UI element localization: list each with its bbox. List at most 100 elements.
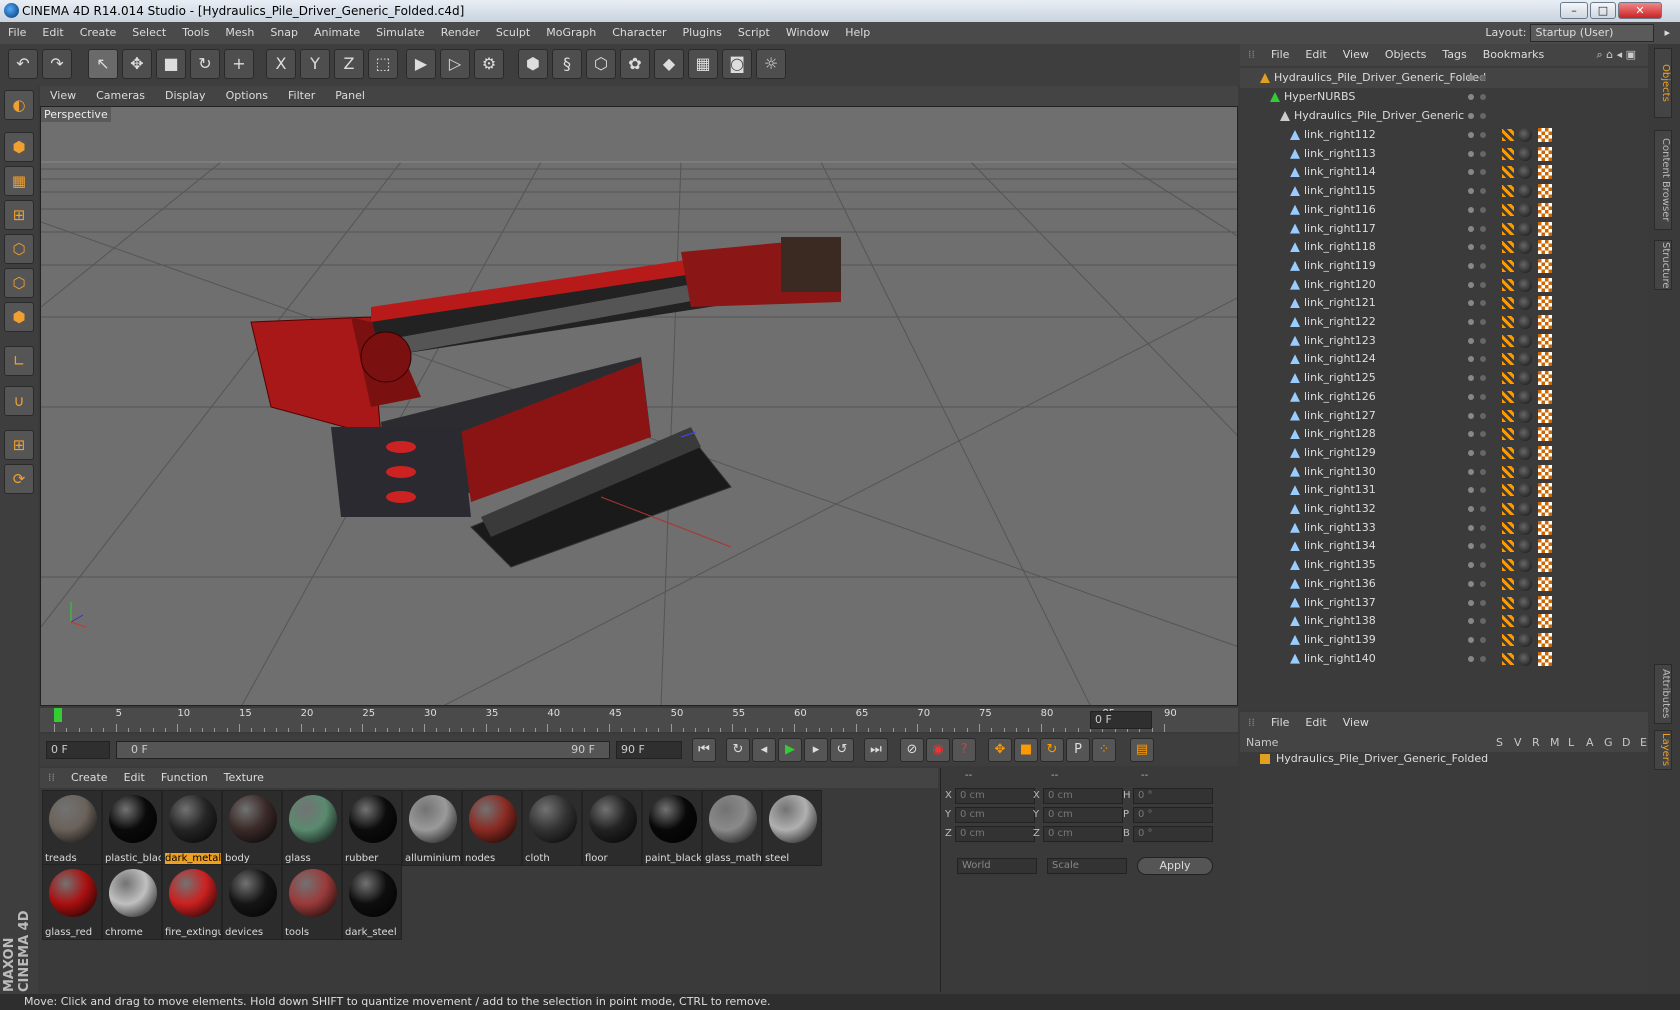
visibility-dot-icon[interactable] bbox=[1468, 412, 1474, 419]
phong-tag-icon[interactable] bbox=[1502, 503, 1514, 515]
menu-select[interactable]: Select bbox=[124, 22, 174, 44]
phong-tag-icon[interactable] bbox=[1502, 129, 1514, 141]
visibility-dot-icon[interactable] bbox=[1468, 132, 1474, 138]
viewport-menu-filter[interactable]: Filter bbox=[278, 86, 325, 106]
world-coord-icon[interactable]: ⬚ bbox=[368, 49, 398, 79]
record-loop-icon[interactable]: ↺ bbox=[830, 738, 854, 762]
visibility-dot-icon[interactable] bbox=[1468, 449, 1474, 456]
object-row[interactable]: link_right121 bbox=[1240, 293, 1648, 313]
render-settings-icon[interactable]: ⚙ bbox=[474, 49, 504, 79]
layer-color-swatch[interactable] bbox=[1260, 754, 1270, 764]
render-dot-icon[interactable] bbox=[1480, 113, 1486, 119]
render-view-icon[interactable]: ▶ bbox=[406, 49, 436, 79]
render-dot-icon[interactable] bbox=[1480, 618, 1486, 625]
render-dot-icon[interactable] bbox=[1480, 132, 1486, 138]
key-grid-icon[interactable]: ⁘ bbox=[1092, 738, 1116, 762]
material-tag-icon[interactable] bbox=[1518, 202, 1532, 217]
autokey-icon[interactable]: ? bbox=[952, 738, 976, 762]
layer-col-header[interactable]: G bbox=[1604, 734, 1613, 752]
material-tag-icon[interactable] bbox=[1518, 576, 1532, 591]
phong-tag-icon[interactable] bbox=[1502, 446, 1514, 459]
side-tab-structure[interactable]: Structure bbox=[1654, 240, 1672, 290]
current-frame-field[interactable]: 0 F bbox=[46, 741, 110, 759]
material-swatch[interactable]: alluminium bbox=[402, 790, 462, 866]
viewport-menu-cameras[interactable]: Cameras bbox=[86, 86, 155, 106]
render-dot-icon[interactable] bbox=[1480, 75, 1486, 81]
visibility-dot-icon[interactable] bbox=[1468, 562, 1474, 569]
object-menu-view[interactable]: View bbox=[1335, 44, 1377, 66]
redo-icon[interactable]: ↷ bbox=[42, 49, 72, 79]
texture-tag-icon[interactable] bbox=[1538, 240, 1552, 255]
cube-icon[interactable]: ⬢ bbox=[518, 49, 548, 79]
object-menu-edit[interactable]: Edit bbox=[1297, 44, 1334, 66]
object-row[interactable]: link_right125 bbox=[1240, 368, 1648, 388]
menu-mograph[interactable]: MoGraph bbox=[538, 22, 604, 44]
material-swatch[interactable]: nodes bbox=[462, 790, 522, 866]
material-tag-icon[interactable] bbox=[1518, 427, 1532, 442]
texture-tag-icon[interactable] bbox=[1538, 464, 1552, 479]
visibility-dot-icon[interactable] bbox=[1468, 431, 1474, 438]
render-dot-icon[interactable] bbox=[1480, 281, 1486, 288]
visibility-dot-icon[interactable] bbox=[1468, 337, 1474, 344]
lock-icon[interactable]: ⟳ bbox=[4, 464, 34, 494]
material-swatch[interactable]: cloth bbox=[522, 790, 582, 866]
menu-simulate[interactable]: Simulate bbox=[368, 22, 433, 44]
material-tag-icon[interactable] bbox=[1518, 184, 1532, 199]
material-swatch[interactable]: treads bbox=[42, 790, 102, 866]
layer-col-header[interactable]: V bbox=[1514, 734, 1522, 752]
layer-menu-view[interactable]: View bbox=[1335, 712, 1377, 734]
visibility-dot-icon[interactable] bbox=[1468, 75, 1474, 81]
texture-tag-icon[interactable] bbox=[1538, 389, 1552, 404]
object-row[interactable]: link_right128 bbox=[1240, 424, 1648, 444]
polygons-mode-icon[interactable]: ⬢ bbox=[4, 302, 34, 332]
texture-tag-icon[interactable] bbox=[1538, 539, 1552, 554]
object-row[interactable]: link_right139 bbox=[1240, 630, 1648, 650]
layer-col-header[interactable]: L bbox=[1568, 734, 1574, 752]
object-menu-objects[interactable]: Objects bbox=[1377, 44, 1435, 66]
visibility-dot-icon[interactable] bbox=[1468, 487, 1474, 494]
menu-window[interactable]: Window bbox=[778, 22, 837, 44]
coord-mode-select[interactable]: World bbox=[957, 858, 1037, 874]
material-tag-icon[interactable] bbox=[1518, 165, 1532, 180]
material-swatch[interactable]: chrome bbox=[102, 864, 162, 940]
scene-floor-icon[interactable]: ▦ bbox=[688, 49, 718, 79]
material-tag-icon[interactable] bbox=[1518, 632, 1532, 647]
menu-help[interactable]: Help bbox=[837, 22, 878, 44]
place-icon[interactable]: + bbox=[224, 49, 254, 79]
viewport-menu-panel[interactable]: Panel bbox=[325, 86, 375, 106]
phong-tag-icon[interactable] bbox=[1502, 203, 1514, 216]
visibility-dot-icon[interactable] bbox=[1468, 599, 1474, 606]
material-tag-icon[interactable] bbox=[1518, 221, 1532, 236]
visibility-dot-icon[interactable] bbox=[1468, 618, 1474, 625]
coord-value-field[interactable]: 0 ° bbox=[1133, 788, 1213, 804]
visibility-dot-icon[interactable] bbox=[1468, 300, 1474, 307]
object-row[interactable]: link_right112 bbox=[1240, 125, 1648, 145]
visibility-dot-icon[interactable] bbox=[1468, 524, 1474, 531]
texture-tag-icon[interactable] bbox=[1538, 315, 1552, 329]
texture-tag-icon[interactable] bbox=[1538, 408, 1552, 423]
phong-tag-icon[interactable] bbox=[1502, 166, 1514, 179]
phong-tag-icon[interactable] bbox=[1502, 521, 1514, 534]
phong-tag-icon[interactable] bbox=[1502, 241, 1514, 254]
object-row[interactable]: Hydraulics_Pile_Driver_Generic bbox=[1240, 106, 1648, 126]
visibility-dot-icon[interactable] bbox=[1468, 150, 1474, 157]
record-icon[interactable]: ◉ bbox=[926, 738, 950, 762]
phong-tag-icon[interactable] bbox=[1502, 577, 1514, 590]
material-tag-icon[interactable] bbox=[1518, 277, 1532, 292]
texture-tag-icon[interactable] bbox=[1538, 502, 1552, 516]
object-row[interactable]: link_right113 bbox=[1240, 144, 1648, 164]
keyframe-off-icon[interactable]: ⊘ bbox=[900, 738, 924, 762]
material-tag-icon[interactable] bbox=[1518, 539, 1532, 554]
object-row[interactable]: link_right131 bbox=[1240, 480, 1648, 500]
object-row[interactable]: link_right134 bbox=[1240, 536, 1648, 556]
visibility-dot-icon[interactable] bbox=[1468, 393, 1474, 400]
render-picture-icon[interactable]: ▷ bbox=[440, 49, 470, 79]
phong-tag-icon[interactable] bbox=[1502, 372, 1514, 385]
render-dot-icon[interactable] bbox=[1480, 244, 1486, 251]
material-tag-icon[interactable] bbox=[1518, 258, 1532, 273]
axis-mode-icon[interactable]: ∟ bbox=[4, 346, 34, 376]
workplane-icon[interactable]: ⊞ bbox=[4, 200, 34, 230]
timeline-playhead[interactable] bbox=[54, 708, 62, 722]
snap-icon[interactable]: ⊞ bbox=[4, 430, 34, 460]
render-dot-icon[interactable] bbox=[1480, 188, 1486, 195]
